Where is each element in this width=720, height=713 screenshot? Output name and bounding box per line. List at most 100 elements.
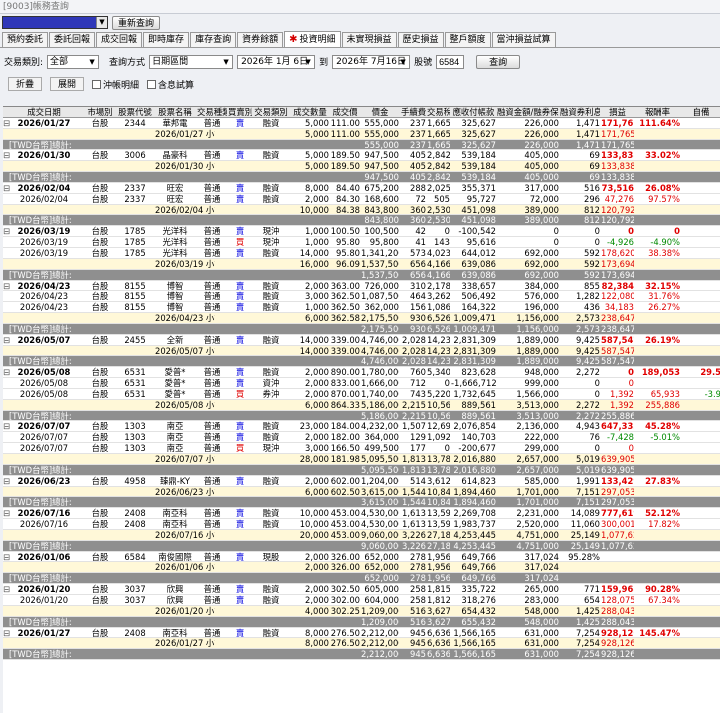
subtotal-row[interactable]: 2026/05/07 小計14,000339.004,746,0002,0281… — [3, 345, 720, 357]
tab-8[interactable]: 歷史損益 — [397, 32, 444, 47]
column-header[interactable]: 報酬率 — [635, 107, 680, 118]
subtotal-row[interactable]: 2026/04/23 小計 6,000362.582,175,500 9306,52… — [3, 313, 720, 324]
table-row[interactable]: ⊟ 2026/05/07 台股 2455 全新 普通賣融資 14,000 339.00 4,74… — [3, 335, 720, 346]
subtotal-row[interactable]: 2026/02/04 小計 10,000 84.38 843,800 3602,530 4… — [3, 204, 720, 216]
table-row[interactable]: ⊟ 2026/01/06 台股 6584 南俊國際 普通賣現股 2,000 326.00 652… — [3, 552, 720, 563]
tab-0[interactable]: 預約委託 — [2, 32, 49, 47]
table-row[interactable]: ⊟ 2026/02/04 台股 2337 旺宏 普通賣融資 8,000 84.40 675,20… — [3, 183, 720, 194]
table-row[interactable]: 2026/03/19 台股 1785 光洋科 普通 買 現沖 1,000 95.80 95,800… — [3, 237, 720, 248]
total-row[interactable]: [TWD台幣]總計: 3,615,0001,54410,8451,894,460 1… — [3, 497, 720, 509]
table-row[interactable]: ⊟ 2026/07/07 台股 1303 南亞 普通賣融資 23,000 184.00 4,23… — [3, 421, 720, 433]
trade-type-select[interactable]: 全部 ▼ — [47, 54, 100, 69]
date-to-picker[interactable]: 2026年 7月16日 ▼ — [332, 54, 411, 69]
table-row[interactable]: ⊟ 2026/06/23 台股 4958 臻鼎-KY 普通賣融資 2,000 602.00 1,… — [3, 476, 720, 487]
total-row[interactable]: [TWD台幣]總計: 843,800 360 2,530 451,098 389,000 8… — [3, 215, 720, 227]
total-row[interactable]: [TWD台幣]總計: 1,537,500 6564,166 639,086 692,00… — [3, 269, 720, 281]
table-row[interactable]: 2026/05/08 台股 6531 愛普* 普通 買 券沖 2,000 870.00 1,740… — [3, 389, 720, 400]
table-row[interactable]: 2026/05/08 台股 6531 愛普* 普通 賣 資沖 2,000 833.00 1,666… — [3, 378, 720, 389]
column-header[interactable]: 成交數量 — [291, 107, 329, 118]
cell-col-3: 博智 — [166, 291, 184, 302]
table-row[interactable]: ⊟ 2026/01/27 台股 2344 華邦電 普通賣融資 5,000 111.00 555,… — [3, 118, 720, 129]
total-row[interactable]: [TWD台幣]總計: 947,500 405 2,842 539,184 405,000 6… — [3, 172, 720, 183]
refresh-button[interactable]: 重新查詢 — [112, 15, 161, 30]
cell-col-10: 945 — [410, 638, 426, 649]
subtotal-row[interactable]: 2026/01/30 小計 5,000189.50 947,500 4052,842 5… — [3, 161, 720, 173]
query-mode-select[interactable]: 日期區間 ▼ — [149, 54, 234, 69]
tab-10[interactable]: 當沖損益試算 — [491, 32, 556, 47]
collapse-button[interactable]: 折疊 — [8, 77, 43, 91]
table-row[interactable]: 2026/04/23 台股 8155 博智 普通 賣 融資 1,000 362.50 362,00… — [3, 302, 720, 314]
table-row[interactable]: ⊟ 2026/01/27 台股 2408 南亞科 普通賣融資 8,000 276.50 2,21… — [3, 628, 720, 639]
subtotal-row[interactable]: 2026/07/07 小計 28,000181.985,095,5001,8131… — [3, 454, 720, 465]
cell-col-17: 29.5 — [700, 367, 720, 378]
subtotal-row[interactable]: 2026/01/06 小計 2,000326.00 652,000 2781,956 6… — [3, 562, 720, 574]
table-row[interactable]: 2026/07/07 台股 1303 南亞 普通 賣 融資 2,000 182.00 364,00… — [3, 432, 720, 444]
column-header[interactable]: 交易種類 — [197, 107, 227, 118]
table-row[interactable]: 2026/02/04 台股 2337 旺宏 普通 賣 融資 2,000 84.30 168,600… — [3, 194, 720, 205]
column-header[interactable]: 價金 — [361, 107, 399, 118]
subtotal-row[interactable]: 2026/01/27 小計 5,000111.00 555,000 2371,665 3… — [3, 128, 720, 140]
tab-7[interactable]: 未實現損益 — [341, 32, 397, 47]
subtotal-row[interactable]: 2026/03/19 小計 16,000 96.091,537,500 6564,16… — [3, 258, 720, 270]
cell-col-9: 5,095,500 — [361, 454, 399, 464]
column-header[interactable]: 市場別 — [85, 107, 115, 118]
tab-9[interactable]: 整戶額度 — [444, 32, 491, 47]
investment-detail-grid[interactable]: 成交日期市場別股票代號股票名稱交易種類買賣別交易類別成交數量成交價價金手續費交易… — [3, 106, 720, 713]
expand-button[interactable]: 展開 — [50, 77, 85, 91]
table-row[interactable]: 2026/07/16 台股 2408 南亞科 普通 賣 融資 10,000 453.00 4,53… — [3, 519, 720, 530]
total-row[interactable]: [TWD台幣]總計: 2,212,000 9456,6361,566,165 631,… — [3, 649, 720, 661]
hedge-detail-checkbox[interactable]: 沖帳明細 — [92, 78, 139, 91]
table-row[interactable]: ⊟ 2026/03/19 台股 1785 光洋科 普通賣現沖 1,000 100.50 100,… — [3, 226, 720, 238]
table-row[interactable]: 2026/04/23 台股 8155 博智 普通 賣 融資 3,000 362.50 1,087,… — [3, 291, 720, 303]
tab-1[interactable]: 委託回報 — [49, 32, 96, 47]
total-row[interactable]: [TWD台幣]總計: 1,209,000 5163,627 655,432 548,00… — [3, 616, 720, 628]
subtotal-row[interactable]: 2026/01/20 小計 4,000302.251,209,000 5163,62… — [3, 605, 720, 617]
tab-4[interactable]: 庫存查詢 — [190, 32, 237, 47]
cell-col-14: 69 — [589, 172, 600, 183]
tab-6[interactable]: ✱ 投資明細 — [284, 31, 341, 47]
cell-col-12: 1,894,460 — [453, 497, 496, 508]
date-from-picker[interactable]: 2026年 1月 6日 ▼ — [237, 54, 316, 69]
total-row[interactable]: [TWD台幣]總計: 9,060,0003,22627,1804,253,445 4… — [3, 540, 720, 552]
column-header[interactable]: 交易稅 — [427, 107, 450, 118]
column-header[interactable]: 買賣別 — [228, 107, 252, 118]
table-row[interactable]: 2026/03/19 台股 1785 光洋科 普通 賣 融資 14,000 95.80 1,341… — [3, 248, 720, 259]
subtotal-row[interactable]: 2026/01/27 小計 8,000276.502,212,000 9456,63… — [3, 638, 720, 650]
account-selector[interactable]: ▼ — [2, 16, 108, 29]
total-row[interactable]: [TWD台幣]總計: 4,746,0002,02814,2382,831,309 1… — [3, 356, 720, 368]
column-header[interactable]: 融資金額/融券保證金 — [497, 107, 559, 118]
column-header[interactable]: 交易類別 — [253, 107, 289, 118]
column-header[interactable]: 股票名稱 — [155, 107, 195, 118]
total-row[interactable]: [TWD台幣]總計: 5,095,5001,81313,7882,016,880 2… — [3, 464, 720, 476]
total-row[interactable]: [TWD台幣]總計: 2,175,500 9306,5261,009,471 1,15… — [3, 323, 720, 335]
table-row[interactable]: 2026/01/20 台股 3037 欣興 普通 賣 融資 2,000 302.00 604,00… — [3, 595, 720, 606]
query-button[interactable]: 查詢 — [476, 54, 521, 69]
include-trial-checkbox[interactable]: 含息試算 — [147, 78, 194, 91]
table-row[interactable]: ⊟ 2026/04/23 台股 8155 博智 普通賣融資 2,000 363.00 726,0… — [3, 281, 720, 292]
table-row[interactable]: ⊟ 2026/01/30 台股 3006 晶豪科 普通賣融資 5,000 189.50 947,… — [3, 150, 720, 162]
cell-col-8: 362.58 — [330, 313, 360, 324]
total-row[interactable]: [TWD台幣]總計: 5,186,0002,21510,560 889,561 3,5… — [3, 410, 720, 422]
tab-3[interactable]: 即時庫存 — [143, 32, 190, 47]
stock-input[interactable] — [436, 54, 465, 69]
table-row[interactable]: 2026/07/07 台股 1303 南亞 普通 買 現沖 3,000 166.50 499,50… — [3, 443, 720, 454]
column-header[interactable]: 融資券利息 — [560, 107, 600, 118]
subtotal-row[interactable]: 2026/06/23 小計 6,000602.503,615,0001,54410… — [3, 486, 720, 498]
tab-2[interactable]: 成交回報 — [96, 32, 143, 47]
column-header[interactable]: 應收付帳款 — [451, 107, 496, 118]
tab-5[interactable]: 資券餘額 — [237, 32, 284, 47]
column-header[interactable]: 自備 — [681, 107, 720, 118]
subtotal-row[interactable]: 2026/07/16 小計20,000453.009,060,0003,2262… — [3, 529, 720, 541]
column-header[interactable]: 損益 — [601, 107, 634, 118]
total-row[interactable]: [TWD台幣]總計: 555,000 237 1,665 325,627 226,000 1… — [3, 139, 720, 151]
column-header[interactable]: 股票代號 — [116, 107, 154, 118]
cell-col-14: 592 — [584, 247, 600, 258]
column-header[interactable]: 手續費 — [401, 107, 426, 118]
subtotal-row[interactable]: 2026/05/08 小計 6,000864.335,186,0002,21510… — [3, 399, 720, 411]
total-row[interactable]: [TWD台幣]總計: 652,000 278 1,956 649,766 317,024 — [3, 573, 720, 585]
table-row[interactable]: ⊟ 2026/01/20 台股 3037 欣興 普通賣融資 2,000 302.50 605,0… — [3, 584, 720, 595]
table-row[interactable]: ⊟ 2026/07/16 台股 2408 南亞科 普通賣融資 10,000 453.00 4,5… — [3, 508, 720, 520]
column-header[interactable]: 成交價 — [330, 107, 360, 118]
table-row[interactable]: ⊟ 2026/05/08 台股 6531 愛普* 普通賣融資 2,000 890.00 1,78… — [3, 367, 720, 379]
column-header[interactable]: 成交日期 — [5, 107, 83, 118]
